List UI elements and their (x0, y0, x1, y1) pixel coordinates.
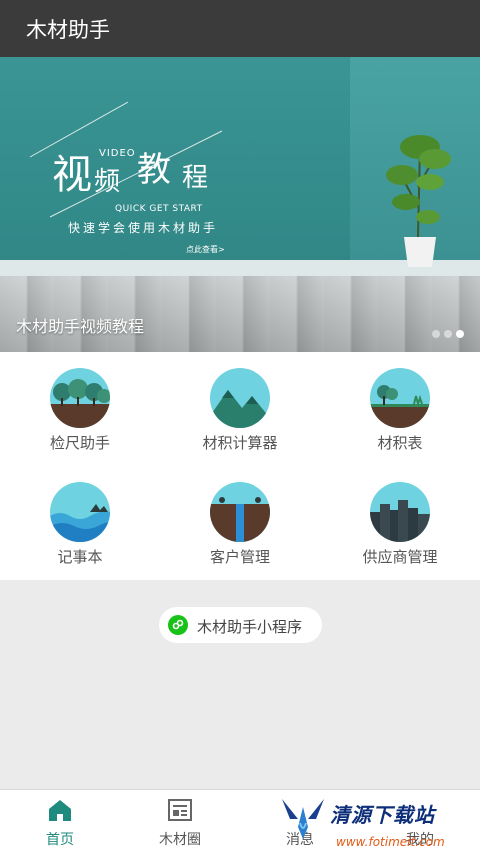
watermark: 清源下载站 www.fotimeit.com (278, 791, 478, 853)
forest-icon (50, 368, 110, 428)
menu-label: 材积表 (377, 434, 423, 452)
app-title: 木材助手 (26, 18, 110, 42)
wechat-link-icon (168, 615, 188, 635)
carousel-dot-3[interactable] (456, 330, 464, 338)
menu-label: 记事本 (57, 548, 103, 566)
menu-item-customer-management[interactable]: 客户管理 (160, 466, 320, 580)
menu-label: 客户管理 (209, 548, 270, 566)
mini-program-button[interactable]: 木材助手小程序 (159, 607, 322, 643)
menu-label: 检尺助手 (49, 434, 110, 452)
menu-item-notepad[interactable]: 记事本 (0, 466, 160, 580)
watermark-url: www.fotimeit.com (336, 835, 445, 849)
nav-label-wood-circle: 木材圈 (159, 832, 201, 848)
nav-item-home[interactable]: 首页 (0, 790, 120, 853)
nav-item-wood-circle[interactable]: 木材圈 (120, 790, 240, 853)
app-bar: 木材助手 (0, 0, 480, 57)
banner-carousel[interactable]: 视 VIDEO 频 教 程 QUICK GET START 快速学会使用木材助手… (0, 57, 480, 352)
news-icon (168, 799, 192, 821)
feature-grid: 检尺助手 材积计算器 材积表 记事本 客户管理 供应商管理 (0, 352, 480, 580)
banner-quick-en: QUICK GET START (115, 204, 203, 214)
banner-char-2: 频 (94, 167, 121, 197)
banner-char-4: 程 (182, 163, 209, 193)
watermark-text: 清源下载站 (330, 803, 435, 827)
menu-label: 供应商管理 (362, 548, 438, 566)
city-icon (370, 482, 430, 542)
mountain-icon (210, 368, 270, 428)
menu-item-scaling-assistant[interactable]: 检尺助手 (0, 352, 160, 466)
menu-label: 材积计算器 (202, 434, 278, 452)
banner-video-en: VIDEO (99, 148, 136, 159)
home-icon (49, 800, 71, 821)
nav-label-home: 首页 (46, 832, 74, 848)
banner-char-3: 教 (137, 150, 171, 190)
mini-program-label: 木材助手小程序 (197, 618, 303, 636)
wave-icon (50, 482, 110, 542)
carousel-dot-1[interactable] (432, 330, 440, 338)
banner-caption: 木材助手视频教程 (16, 317, 145, 336)
watermark-logo-icon (282, 799, 324, 839)
plant-image (386, 135, 451, 267)
banner-check-more-link[interactable]: 点此查看> (186, 244, 225, 255)
waterfall-icon (210, 482, 270, 542)
carousel-dot-2[interactable] (444, 330, 452, 338)
menu-item-volume-table[interactable]: 材积表 (320, 352, 480, 466)
banner-quick-cn: 快速学会使用木材助手 (68, 221, 219, 235)
menu-item-supplier-management[interactable]: 供应商管理 (320, 466, 480, 580)
banner-char-1: 视 (52, 152, 92, 198)
menu-item-volume-calculator[interactable]: 材积计算器 (160, 352, 320, 466)
tree-field-icon (370, 368, 430, 428)
